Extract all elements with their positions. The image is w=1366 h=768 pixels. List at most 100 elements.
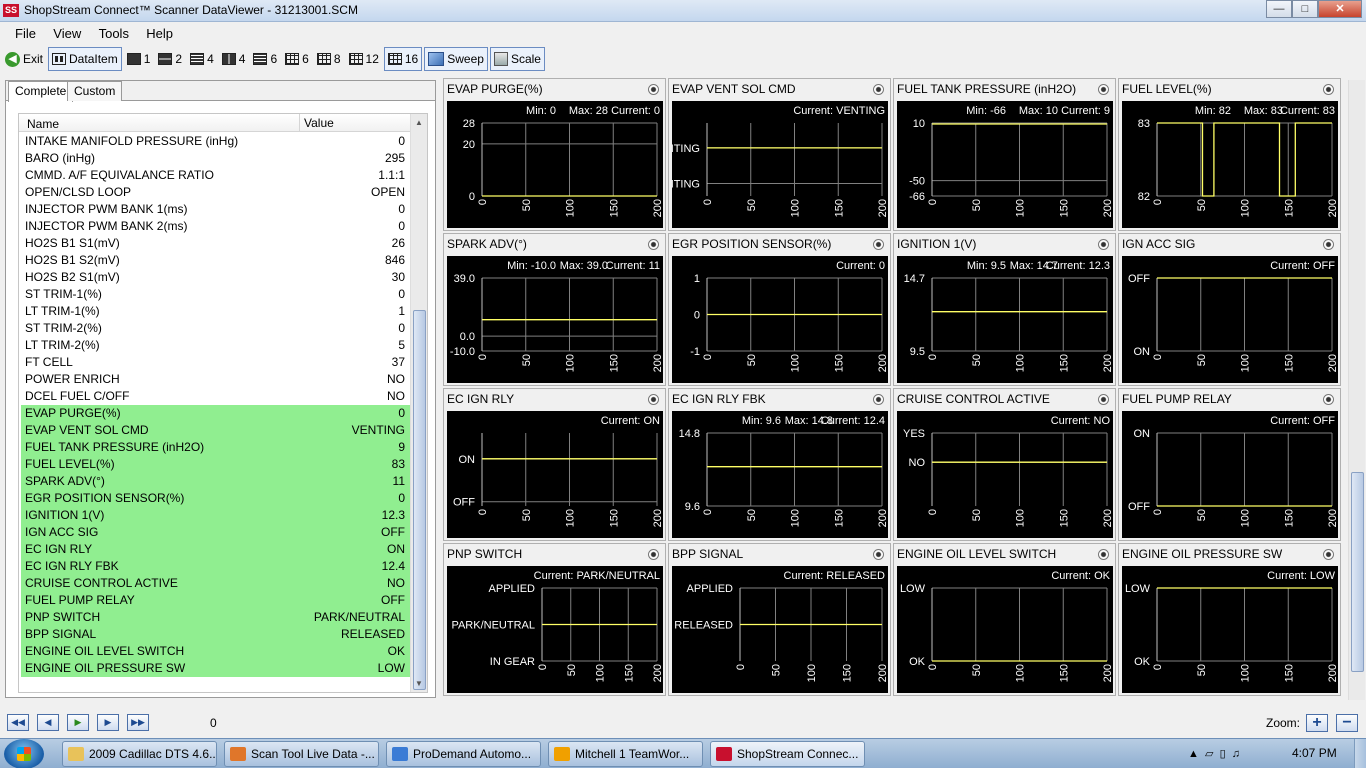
chart-scrollbar[interactable] xyxy=(1348,80,1365,700)
layout-8-button[interactable]: 8 xyxy=(314,47,344,71)
graph-panel[interactable]: CRUISE CONTROL ACTIVE Current: NO 0 50 100 15… xyxy=(893,388,1116,541)
list-item[interactable]: HO2S B1 S2(mV) 846 xyxy=(21,252,411,269)
graph-panel[interactable]: EC IGN RLY FBK Min: 9.6 Max: 14.8 Current: … xyxy=(668,388,891,541)
show-desktop-button[interactable] xyxy=(1354,739,1366,768)
graph-select-radio-icon[interactable] xyxy=(1323,549,1334,560)
list-item[interactable]: IGNITION 1(V) 12.3 xyxy=(21,507,411,524)
list-item[interactable]: INTAKE MANIFOLD PRESSURE (inHg) 0 xyxy=(21,133,411,150)
list-item[interactable]: INJECTOR PWM BANK 1(ms) 0 xyxy=(21,201,411,218)
list-scroll-thumb[interactable] xyxy=(413,310,426,690)
layout-1-button[interactable]: 1 xyxy=(124,47,154,71)
graph-panel[interactable]: ENGINE OIL LEVEL SWITCH Current: OK 0 50 100… xyxy=(893,543,1116,696)
scroll-down-arrow-icon[interactable]: ▼ xyxy=(411,675,427,692)
menu-tools[interactable]: Tools xyxy=(92,22,136,45)
graph-select-radio-icon[interactable] xyxy=(648,84,659,95)
list-item[interactable]: DCEL FUEL C/OFF NO xyxy=(21,388,411,405)
list-item[interactable]: EVAP PURGE(%) 0 xyxy=(21,405,411,422)
list-item[interactable]: EC IGN RLY FBK 12.4 xyxy=(21,558,411,575)
graph-select-radio-icon[interactable] xyxy=(1323,84,1334,95)
maximize-button[interactable]: □ xyxy=(1292,0,1318,18)
list-item[interactable]: INJECTOR PWM BANK 2(ms) 0 xyxy=(21,218,411,235)
list-item[interactable]: FUEL LEVEL(%) 83 xyxy=(21,456,411,473)
list-item[interactable]: EVAP VENT SOL CMD VENTING xyxy=(21,422,411,439)
column-name-header[interactable]: Name xyxy=(27,117,59,131)
graph-select-radio-icon[interactable] xyxy=(1323,394,1334,405)
graph-select-radio-icon[interactable] xyxy=(873,394,884,405)
list-item[interactable]: EGR POSITION SENSOR(%) 0 xyxy=(21,490,411,507)
menu-file[interactable]: File xyxy=(8,22,43,45)
graph-panel[interactable]: EC IGN RLY Current: ON 0 50 100 150 200 ON OFF xyxy=(443,388,666,541)
graph-panel[interactable]: PNP SWITCH Current: PARK/NEUTRAL 0 50 100 150… xyxy=(443,543,666,696)
exit-button[interactable]: ◀ Exit xyxy=(2,47,46,71)
graph-select-radio-icon[interactable] xyxy=(873,549,884,560)
graph-select-radio-icon[interactable] xyxy=(1098,394,1109,405)
list-item[interactable]: POWER ENRICH NO xyxy=(21,371,411,388)
list-item[interactable]: IGN ACC SIG OFF xyxy=(21,524,411,541)
taskbar-item[interactable]: 2009 Cadillac DTS 4.6... xyxy=(62,741,217,767)
taskbar-item[interactable]: ProDemand Automo... xyxy=(386,741,541,767)
list-item[interactable]: OPEN/CLSD LOOP OPEN xyxy=(21,184,411,201)
tab-complete[interactable]: Complete xyxy=(8,81,74,102)
tab-custom[interactable]: Custom xyxy=(67,81,123,101)
list-item[interactable]: FUEL PUMP RELAY OFF xyxy=(21,592,411,609)
list-item[interactable]: FT CELL 37 xyxy=(21,354,411,371)
taskbar-item[interactable]: Mitchell 1 TeamWor... xyxy=(548,741,703,767)
graph-select-radio-icon[interactable] xyxy=(1098,239,1109,250)
list-item[interactable]: ENGINE OIL LEVEL SWITCH OK xyxy=(21,643,411,660)
sweep-button[interactable]: Sweep xyxy=(424,47,488,71)
list-item[interactable]: ST TRIM-2(%) 0 xyxy=(21,320,411,337)
graph-select-radio-icon[interactable] xyxy=(873,84,884,95)
graph-panel[interactable]: FUEL PUMP RELAY Current: OFF 0 50 100 150 200 O… xyxy=(1118,388,1341,541)
minimize-button[interactable]: — xyxy=(1266,0,1292,18)
graph-select-radio-icon[interactable] xyxy=(873,239,884,250)
scroll-up-arrow-icon[interactable]: ▲ xyxy=(411,114,427,131)
graph-select-radio-icon[interactable] xyxy=(648,394,659,405)
dataitem-button[interactable]: DataItem xyxy=(48,47,122,71)
graph-panel[interactable]: FUEL TANK PRESSURE (inH2O) Min: -66 Max: 1… xyxy=(893,78,1116,231)
list-scrollbar[interactable]: ▲ ▼ xyxy=(410,114,427,692)
layout-6-grid-button[interactable]: 6 xyxy=(282,47,312,71)
close-button[interactable]: ✕ xyxy=(1318,0,1362,18)
layout-4-rows-button[interactable]: 4 xyxy=(187,47,217,71)
scale-button[interactable]: Scale xyxy=(489,47,545,71)
first-frame-button[interactable]: ◀◀ xyxy=(7,714,29,731)
system-tray-icons[interactable]: ▲ ▱ ▯ ♫ xyxy=(1188,747,1240,760)
list-item[interactable]: ENGINE OIL PRESSURE SW LOW xyxy=(21,660,411,677)
graph-panel[interactable]: IGN ACC SIG Current: OFF 0 50 100 150 200 OFF ON xyxy=(1118,233,1341,386)
graph-select-radio-icon[interactable] xyxy=(1323,239,1334,250)
list-item[interactable]: HO2S B2 S1(mV) 30 xyxy=(21,269,411,286)
next-frame-button[interactable]: ▶ xyxy=(97,714,119,731)
list-item[interactable]: PNP SWITCH PARK/NEUTRAL xyxy=(21,609,411,626)
list-item[interactable]: SPARK ADV(°) 11 xyxy=(21,473,411,490)
list-item[interactable]: EC IGN RLY ON xyxy=(21,541,411,558)
layout-16-button[interactable]: 16 xyxy=(383,47,423,71)
list-item[interactable]: FUEL TANK PRESSURE (inH2O) 9 xyxy=(21,439,411,456)
start-button[interactable] xyxy=(4,739,44,768)
graph-panel[interactable]: BPP SIGNAL Current: RELEASED 0 50 100 150 200 A… xyxy=(668,543,891,696)
list-item[interactable]: LT TRIM-2(%) 5 xyxy=(21,337,411,354)
graph-panel[interactable]: EGR POSITION SENSOR(%) Current: 0 0 50 100 15… xyxy=(668,233,891,386)
graph-panel[interactable]: EVAP PURGE(%) Min: 0 Max: 28 Current: 0 0 50 1… xyxy=(443,78,666,231)
graph-select-radio-icon[interactable] xyxy=(1098,84,1109,95)
taskbar-item[interactable]: Scan Tool Live Data -... xyxy=(224,741,379,767)
graph-panel[interactable]: IGNITION 1(V) Min: 9.5 Max: 14.7 Current: 1… xyxy=(893,233,1116,386)
layout-4-grid-button[interactable]: 4 xyxy=(219,47,249,71)
layout-12-button[interactable]: 12 xyxy=(346,47,382,71)
play-button[interactable]: ▶ xyxy=(67,714,89,731)
zoom-in-button[interactable]: + xyxy=(1306,714,1328,732)
list-item[interactable]: HO2S B1 S1(mV) 26 xyxy=(21,235,411,252)
list-item[interactable]: CMMD. A/F EQUIVALANCE RATIO 1.1:1 xyxy=(21,167,411,184)
menu-help[interactable]: Help xyxy=(139,22,180,45)
graph-panel[interactable]: EVAP VENT SOL CMD Current: VENTING 0 50 100 1… xyxy=(625,78,891,231)
chart-scroll-thumb[interactable] xyxy=(1351,472,1364,672)
layout-2-button[interactable]: 2 xyxy=(155,47,185,71)
list-item[interactable]: ST TRIM-1(%) 0 xyxy=(21,286,411,303)
graph-panel[interactable]: SPARK ADV(°) Min: -10.0 Max: 39.0 Current: … xyxy=(443,233,666,386)
previous-frame-button[interactable]: ◀ xyxy=(37,714,59,731)
column-value-header[interactable]: Value xyxy=(299,114,334,132)
layout-6-rows-button[interactable]: 6 xyxy=(250,47,280,71)
taskbar-item[interactable]: ShopStream Connec... xyxy=(710,741,865,767)
graph-select-radio-icon[interactable] xyxy=(1098,549,1109,560)
graph-select-radio-icon[interactable] xyxy=(648,239,659,250)
list-item[interactable]: BARO (inHg) 295 xyxy=(21,150,411,167)
